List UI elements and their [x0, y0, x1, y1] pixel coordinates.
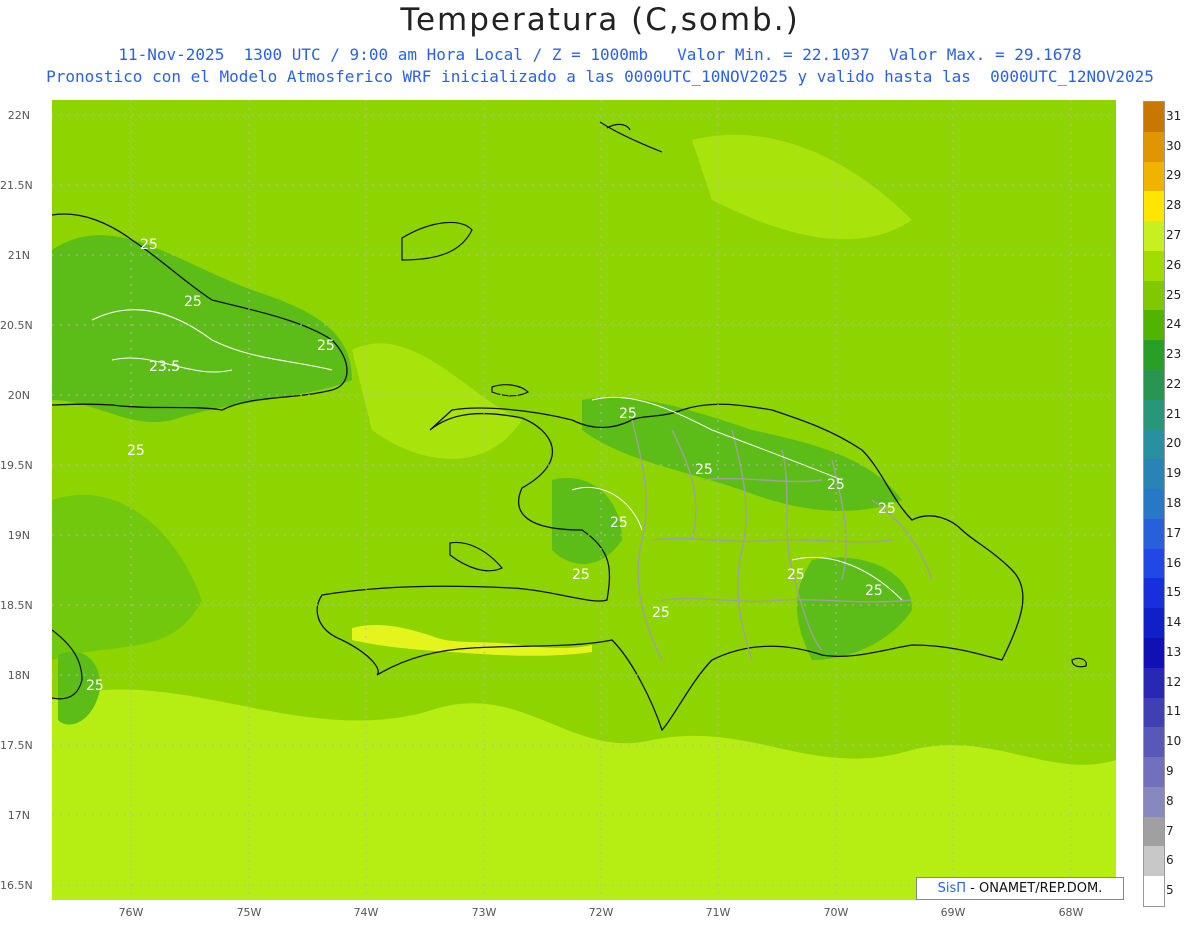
lat-label: 18N	[7, 669, 30, 682]
lat-label: 20.5N	[0, 319, 33, 332]
contour-label: 23.5	[149, 359, 180, 375]
legend-swatch	[1144, 429, 1164, 460]
legend-swatch	[1144, 518, 1164, 550]
legend-label: 18	[1166, 496, 1182, 510]
lon-label: 76W	[118, 906, 144, 919]
forecast-time-line: 11-Nov-2025 1300 UTC / 9:00 am Hora Loca…	[118, 45, 1082, 64]
legend-label: 5	[1166, 883, 1174, 898]
lat-label: 19.5N	[0, 459, 33, 472]
contour-label: 25	[127, 443, 145, 459]
credit-box: SisΠ - ONAMET/REP.DOM.	[916, 877, 1124, 900]
legend-swatch	[1144, 221, 1164, 252]
lat-label: 18.5N	[0, 599, 33, 612]
legend-label: 19	[1166, 466, 1182, 481]
legend-swatch	[1144, 786, 1164, 818]
lon-label: 70W	[823, 906, 849, 919]
contour-label: 25	[827, 477, 845, 493]
legend-label: 24	[1166, 317, 1182, 332]
legend-label: 31	[1166, 108, 1182, 123]
contour-label: 25	[652, 605, 670, 621]
map-title: Temperatura (C,somb.)	[400, 2, 800, 38]
lon-label: 72W	[588, 906, 614, 919]
contour-label: 25	[572, 567, 590, 583]
credit-org: - ONAMET/REP.DOM.	[966, 881, 1103, 896]
legend-label: 6	[1166, 853, 1174, 868]
legend-swatch	[1144, 638, 1164, 669]
legend-swatch	[1144, 548, 1164, 579]
legend-swatch	[1144, 102, 1164, 133]
contour-label: 25	[787, 567, 805, 583]
legend-label: 9	[1166, 764, 1174, 778]
contour-label: 25	[610, 515, 628, 531]
lat-label: 19N	[7, 529, 30, 542]
legend-label: 11	[1166, 704, 1182, 719]
sis-logo: SisΠ	[937, 881, 967, 896]
legend-label: 8	[1166, 793, 1174, 808]
contour-label: 25	[878, 501, 896, 517]
legend-label: 29	[1166, 168, 1182, 183]
legend-label: 22	[1166, 376, 1182, 391]
lon-label: 69W	[940, 906, 966, 919]
lat-label: 22N	[7, 109, 30, 122]
legend-label: 27	[1166, 228, 1182, 242]
legend-swatch	[1144, 310, 1164, 341]
color-legend	[1143, 101, 1165, 907]
legend-label: 23	[1166, 347, 1182, 362]
lon-label: 68W	[1058, 906, 1084, 919]
lat-label: 17N	[7, 809, 30, 822]
legend-label: 20	[1166, 436, 1182, 451]
lon-label: 75W	[236, 906, 262, 919]
legend-swatch	[1144, 876, 1164, 907]
lon-label: 71W	[705, 906, 731, 919]
lat-label: 21.5N	[0, 179, 33, 192]
legend-label: 10	[1166, 734, 1182, 749]
legend-label: 26	[1166, 257, 1182, 272]
contour-label: 25	[695, 462, 713, 478]
legend-swatch	[1144, 250, 1164, 282]
contour-label: 25	[86, 678, 104, 694]
legend-swatch	[1144, 816, 1164, 847]
legend-label: 12	[1166, 674, 1182, 689]
contour-label: 25	[619, 406, 637, 422]
legend-swatch	[1144, 459, 1164, 490]
legend-swatch	[1144, 697, 1164, 728]
legend-label: 7	[1166, 823, 1174, 838]
legend-swatch	[1144, 399, 1164, 431]
legend-swatch	[1144, 727, 1164, 758]
contour-label: 25	[140, 237, 158, 253]
legend-swatch	[1144, 191, 1164, 222]
legend-label: 13	[1166, 644, 1182, 659]
model-info-line: Pronostico con el Modelo Atmosferico WRF…	[46, 67, 1154, 86]
lat-label: 16.5N	[0, 879, 33, 892]
lon-label: 73W	[471, 906, 497, 919]
legend-label: 28	[1166, 198, 1182, 213]
legend-swatch	[1144, 667, 1164, 699]
legend-swatch	[1144, 131, 1164, 163]
legend-swatch	[1144, 161, 1164, 192]
temperature-map: 25 25 25 23.5 25 25 25 25 25 25 25 25 25…	[52, 100, 1116, 900]
legend-swatch	[1144, 578, 1164, 609]
legend-label: 14	[1166, 615, 1182, 630]
contour-label: 25	[184, 294, 202, 310]
lat-label: 20N	[7, 389, 30, 402]
lon-label: 74W	[353, 906, 379, 919]
contour-label: 25	[317, 338, 335, 354]
legend-swatch	[1144, 489, 1164, 520]
legend-swatch	[1144, 608, 1164, 639]
legend-swatch	[1144, 846, 1164, 877]
legend-swatch	[1144, 370, 1164, 401]
legend-label: 25	[1166, 287, 1182, 302]
legend-label: 17	[1166, 525, 1182, 540]
contour-label: 25	[865, 583, 883, 599]
legend-label: 15	[1166, 585, 1182, 600]
lat-label: 17.5N	[0, 739, 33, 752]
legend-label: 16	[1166, 555, 1182, 570]
legend-swatch	[1144, 280, 1164, 311]
legend-label: 30	[1166, 138, 1182, 153]
lat-label: 21N	[7, 249, 30, 262]
legend-swatch	[1144, 340, 1164, 371]
legend-label: 21	[1166, 406, 1182, 421]
legend-swatch	[1144, 757, 1164, 788]
